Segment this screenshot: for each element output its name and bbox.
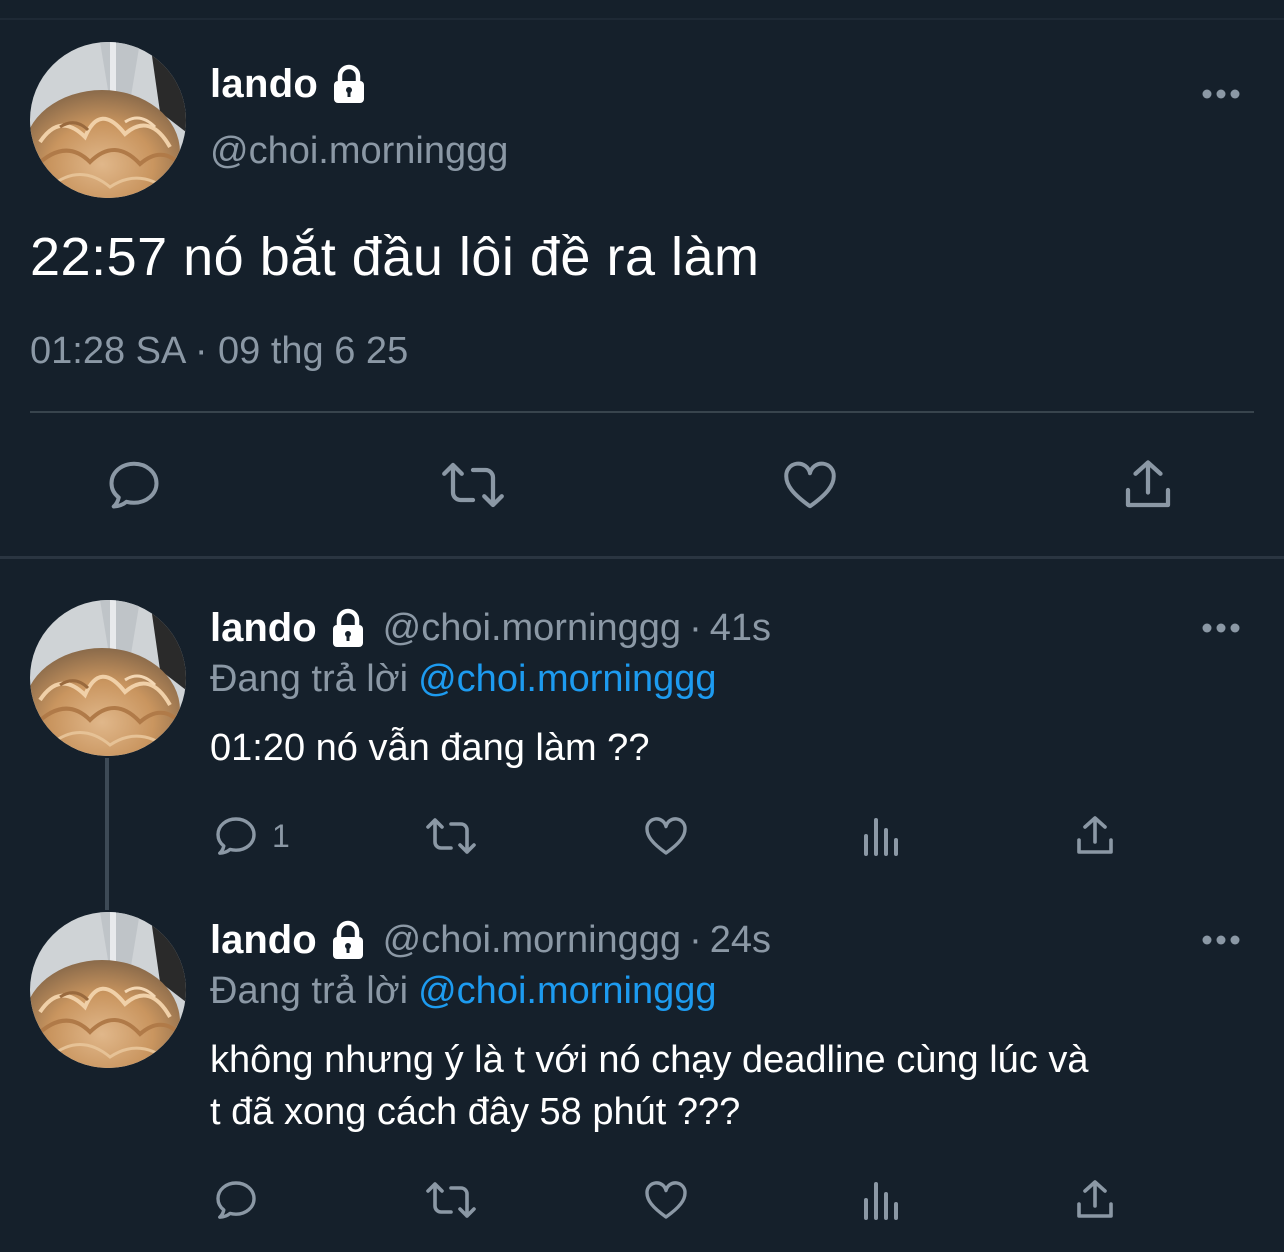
- tweet-time: 01:28 SA: [30, 330, 185, 372]
- share-button[interactable]: [1118, 455, 1178, 515]
- views-button[interactable]: [858, 1176, 906, 1224]
- tweet-thread-view: lando @choi.morninggg 22:57 nó bắt đầu l…: [0, 0, 1284, 1252]
- replying-label: Đang trả lời: [210, 970, 409, 1012]
- lock-icon: [327, 920, 369, 962]
- more-icon[interactable]: [1201, 622, 1241, 634]
- replying-label: Đang trả lời: [210, 658, 409, 700]
- reply-author-name[interactable]: lando: [210, 918, 317, 963]
- reply-author-handle[interactable]: @choi.morninggg: [383, 607, 681, 650]
- reply-author-handle[interactable]: @choi.morninggg: [383, 919, 681, 962]
- reply-header: lando @choi.morninggg · 24s: [210, 918, 771, 963]
- like-button[interactable]: [780, 455, 840, 515]
- share-icon: [1077, 816, 1113, 854]
- retweet-button[interactable]: [440, 455, 506, 515]
- meta-separator: ·: [194, 330, 208, 372]
- tweet-timestamp[interactable]: 01:28 SA · 09 thg 6 25: [30, 330, 408, 373]
- reply-header: lando @choi.morninggg · 41s: [210, 606, 771, 651]
- main-tweet-avatar[interactable]: [30, 42, 186, 198]
- lock-icon: [328, 64, 370, 106]
- lock-icon: [327, 608, 369, 650]
- reply-button[interactable]: [212, 1176, 272, 1224]
- reply-separator: ·: [689, 607, 702, 649]
- replying-mention-link[interactable]: @choi.morninggg: [418, 658, 716, 700]
- retweet-button[interactable]: [424, 812, 478, 860]
- replying-to: Đang trả lời @choi.morninggg: [210, 970, 717, 1013]
- share-icon: [1077, 1180, 1113, 1218]
- like-button[interactable]: [642, 1176, 690, 1224]
- like-icon: [645, 817, 687, 855]
- replying-mention-link[interactable]: @choi.morninggg: [418, 970, 716, 1012]
- reply-button[interactable]: [104, 455, 164, 515]
- reply-button[interactable]: 1: [212, 812, 290, 860]
- reply-text-line: không nhưng ý là t với nó chạy deadline …: [210, 1039, 1089, 1081]
- thread-connector: [105, 758, 109, 910]
- meta-divider: [30, 411, 1254, 413]
- tweet-text: 22:57 nó bắt đầu lôi đề ra làm: [30, 227, 760, 287]
- main-tweet-author[interactable]: lando: [210, 62, 370, 107]
- reply-time[interactable]: 24s: [710, 919, 771, 962]
- like-button[interactable]: [642, 812, 690, 860]
- reply-text: không nhưng ý là t với nó chạy deadline …: [210, 1034, 1250, 1138]
- reply-icon: [216, 1181, 256, 1219]
- reply-time[interactable]: 41s: [710, 607, 771, 650]
- like-icon: [645, 1181, 687, 1219]
- views-icon: [864, 1182, 898, 1220]
- reply-count: 1: [272, 817, 290, 854]
- more-icon[interactable]: [1201, 934, 1241, 946]
- replying-to: Đang trả lời @choi.morninggg: [210, 658, 717, 701]
- views-button[interactable]: [858, 812, 906, 860]
- share-icon: [1125, 460, 1171, 508]
- reply-avatar[interactable]: [30, 600, 186, 756]
- reply-avatar[interactable]: [30, 912, 186, 1068]
- share-button[interactable]: [1071, 812, 1119, 860]
- reply-text: 01:20 nó vẫn đang làm ??: [210, 727, 650, 769]
- author-name: lando: [210, 62, 319, 106]
- retweet-button[interactable]: [424, 1176, 478, 1224]
- tweet-date: 09 thg 6 25: [218, 330, 409, 372]
- share-button[interactable]: [1071, 1176, 1119, 1224]
- reply-icon: [216, 817, 256, 855]
- like-icon: [784, 461, 836, 509]
- top-divider: [0, 18, 1284, 20]
- section-divider: [0, 556, 1284, 559]
- reply-separator: ·: [689, 919, 702, 961]
- reply-text-line: t đã xong cách đây 58 phút ???: [210, 1091, 741, 1133]
- views-icon: [864, 818, 898, 856]
- retweet-icon: [426, 1182, 476, 1218]
- reply-icon: [109, 461, 159, 509]
- retweet-icon: [426, 818, 476, 854]
- more-icon[interactable]: [1201, 88, 1241, 100]
- reply-author-name[interactable]: lando: [210, 606, 317, 651]
- author-handle[interactable]: @choi.morninggg: [210, 130, 508, 173]
- retweet-icon: [442, 462, 504, 508]
